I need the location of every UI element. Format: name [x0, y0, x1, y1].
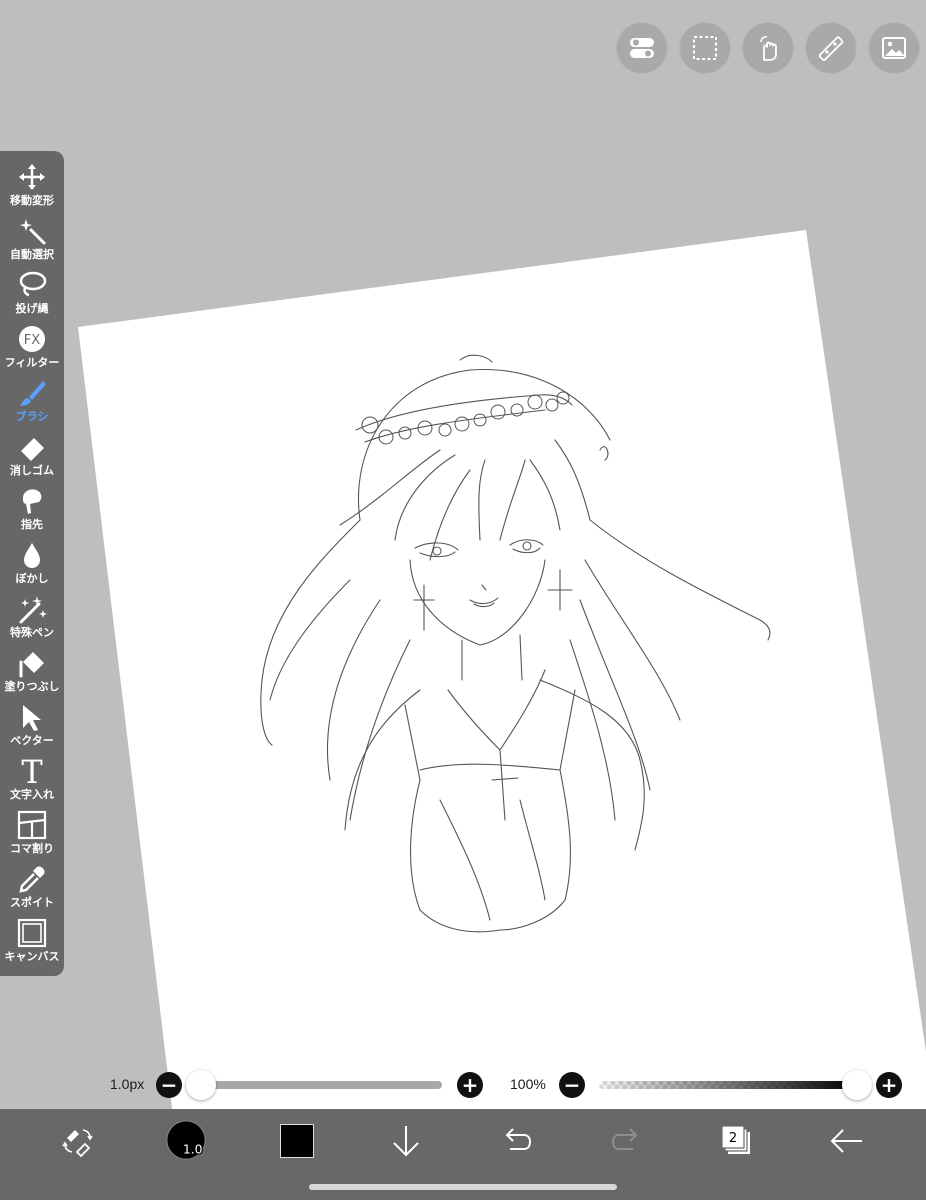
opacity-increase-button[interactable]: + [876, 1072, 902, 1098]
text-icon: T [21, 756, 43, 786]
download-button[interactable] [388, 1120, 424, 1162]
tool-label: スポイト [10, 896, 54, 909]
brush-size-button[interactable]: 1.0 [166, 1120, 208, 1162]
panel-split-icon [17, 810, 47, 840]
drawing-canvas[interactable] [0, 0, 926, 1200]
tool-canvas[interactable]: キャンバス [0, 913, 64, 967]
tool-filter[interactable]: FX フィルター [0, 319, 64, 373]
tool-move-transform[interactable]: 移動変形 [0, 157, 64, 211]
tool-label: ブラシ [15, 410, 49, 423]
tool-blur[interactable]: ぼかし [0, 535, 64, 589]
smudge-icon [23, 489, 42, 514]
tool-label: 移動変形 [10, 194, 54, 207]
tool-label: ぼかし [15, 572, 49, 585]
tool-smudge[interactable]: 指先 [0, 481, 64, 535]
opacity-value: 100% [510, 1076, 546, 1092]
brush-size-badge: 1.0 [183, 1141, 203, 1156]
toggle-settings-icon [630, 38, 654, 58]
special-pen-icon [19, 596, 47, 624]
tool-eyedropper[interactable]: スポイト [0, 859, 64, 913]
tool-special-pen[interactable]: 特殊ペン [0, 589, 64, 643]
svg-text:FX: FX [24, 333, 40, 348]
color-swatch-icon [280, 1124, 314, 1158]
tool-text[interactable]: T 文字入れ [0, 751, 64, 805]
svg-text:T: T [21, 756, 43, 786]
back-button[interactable] [826, 1120, 866, 1162]
opacity-slider-thumb[interactable] [842, 1070, 872, 1100]
tool-label: 消しゴム [10, 464, 54, 477]
brush-size-increase-button[interactable]: + [457, 1072, 483, 1098]
swap-pen-eraser-button[interactable] [56, 1120, 100, 1162]
lasso-icon [19, 271, 47, 297]
layer-count: 2 [729, 1131, 737, 1146]
undo-icon [505, 1128, 532, 1150]
tool-lasso[interactable]: 投げ縄 [0, 265, 64, 319]
opacity-decrease-button[interactable]: − [559, 1072, 585, 1098]
tool-eraser[interactable]: 消しゴム [0, 427, 64, 481]
color-swatch-button[interactable] [278, 1120, 316, 1162]
download-arrow-icon [393, 1126, 419, 1157]
tool-label: 文字入れ [10, 788, 54, 801]
layers-icon: 2 [721, 1125, 750, 1154]
tool-magic-wand[interactable]: 自動選択 [0, 211, 64, 265]
tool-label: コマ割り [10, 842, 54, 855]
brush-icon [20, 381, 46, 406]
tool-label: フィルター [4, 356, 60, 369]
tool-label: 特殊ペン [10, 626, 54, 639]
selection-button[interactable] [680, 23, 730, 73]
image-material-icon [882, 37, 906, 59]
tool-label: 自動選択 [10, 248, 54, 261]
eraser-icon [21, 438, 44, 461]
brush-size-slider-track[interactable] [196, 1081, 442, 1089]
redo-button[interactable] [608, 1120, 646, 1162]
touch-gesture-icon [760, 36, 777, 61]
tool-vector[interactable]: ベクター [0, 697, 64, 751]
back-arrow-icon [830, 1129, 862, 1153]
home-indicator [309, 1184, 617, 1190]
undo-button[interactable] [497, 1120, 535, 1162]
tool-label: 指先 [21, 518, 43, 531]
tool-brush[interactable]: ブラシ [0, 373, 64, 427]
move-transform-icon [19, 164, 45, 190]
ruler-icon [818, 36, 844, 62]
brush-size-value: 1.0px [110, 1076, 145, 1092]
image-material-button[interactable] [869, 23, 919, 73]
brush-size-decrease-button[interactable]: − [156, 1072, 182, 1098]
toggle-settings-button[interactable] [617, 23, 667, 73]
tool-label: ベクター [10, 734, 54, 747]
touch-gesture-button[interactable] [743, 23, 793, 73]
tool-bucket-fill[interactable]: 塗りつぶし [0, 643, 64, 697]
tool-label: 塗りつぶし [4, 680, 60, 693]
left-toolbar: 移動変形 自動選択 投げ縄 FX フィルター ブラシ 消しゴム 指先 ぼかし 特… [0, 151, 64, 976]
brush-size-slider-thumb[interactable] [186, 1070, 216, 1100]
layers-button[interactable]: 2 [718, 1120, 756, 1162]
eyedropper-icon [19, 866, 45, 893]
redo-icon [611, 1128, 638, 1150]
tool-label: 投げ縄 [15, 302, 49, 315]
fx-filter-icon: FX [19, 326, 45, 352]
brush-size-icon: 1.0 [166, 1120, 206, 1160]
tool-panel-split[interactable]: コマ割り [0, 805, 64, 859]
canvas-icon [17, 918, 47, 948]
selection-icon [693, 36, 717, 60]
ruler-button[interactable] [806, 23, 856, 73]
magic-wand-icon [20, 219, 46, 245]
tool-label: キャンバス [4, 950, 60, 963]
opacity-slider-track[interactable] [599, 1081, 857, 1089]
swap-pen-eraser-icon [62, 1129, 93, 1158]
vector-cursor-icon [23, 705, 41, 731]
blur-drop-icon [24, 543, 40, 568]
bucket-fill-icon [19, 652, 44, 678]
